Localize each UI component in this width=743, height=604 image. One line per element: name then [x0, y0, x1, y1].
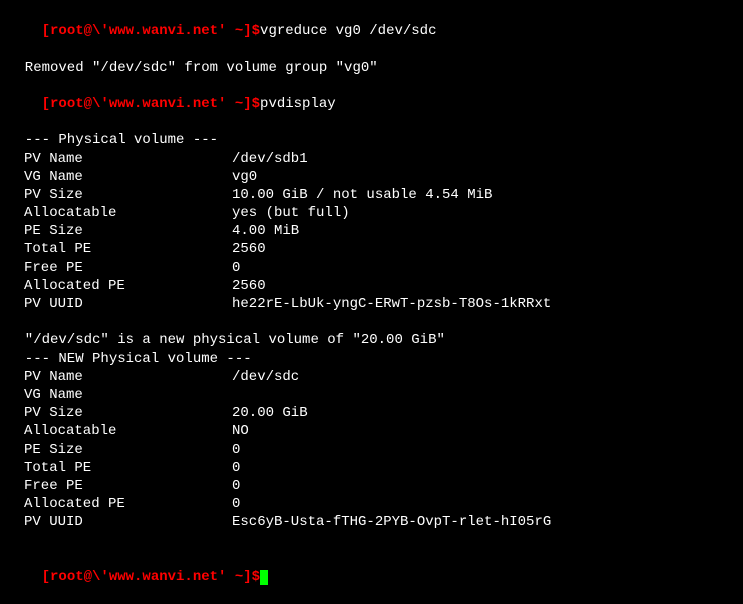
- prompt-user-host: [root@\'www.wanvi.net' ~]$: [42, 569, 260, 585]
- field-label: Allocatable: [8, 204, 232, 222]
- pv1-pv-name: PV Name /dev/sdb1: [8, 150, 735, 168]
- new-pv-notice: "/dev/sdc" is a new physical volume of "…: [8, 331, 735, 349]
- field-label: PV Name: [8, 150, 232, 168]
- pv2-header: --- NEW Physical volume ---: [8, 350, 735, 368]
- pv1-total-pe: Total PE 2560: [8, 240, 735, 258]
- pv2-pv-name: PV Name /dev/sdc: [8, 368, 735, 386]
- field-value: 0: [232, 459, 735, 477]
- field-value: 2560: [232, 277, 735, 295]
- pv2-allocatable: Allocatable NO: [8, 422, 735, 440]
- field-value: yes (but full): [232, 204, 735, 222]
- field-label: PE Size: [8, 222, 232, 240]
- field-value: vg0: [232, 168, 735, 186]
- field-label: Free PE: [8, 259, 232, 277]
- pv2-allocated-pe: Allocated PE 0: [8, 495, 735, 513]
- field-label: Total PE: [8, 240, 232, 258]
- blank-line: [8, 531, 735, 549]
- terminal[interactable]: [root@\'www.wanvi.net' ~]$vgreduce vg0 /…: [8, 4, 735, 604]
- field-value: NO: [232, 422, 735, 440]
- field-label: Allocatable: [8, 422, 232, 440]
- prompt-user-host: [root@\'www.wanvi.net' ~]$: [42, 23, 260, 39]
- field-value: /dev/sdc: [232, 368, 735, 386]
- pv2-pv-size: PV Size 20.00 GiB: [8, 404, 735, 422]
- pv1-vg-name: VG Name vg0: [8, 168, 735, 186]
- blank-line: [8, 313, 735, 331]
- field-label: Allocated PE: [8, 495, 232, 513]
- command-text: vgreduce vg0 /dev/sdc: [260, 23, 436, 39]
- field-label: PV UUID: [8, 295, 232, 313]
- field-value: he22rE-LbUk-yngC-ERwT-pzsb-T8Os-1kRRxt: [232, 295, 735, 313]
- command-line-3[interactable]: [root@\'www.wanvi.net' ~]$: [8, 550, 735, 604]
- field-value: [232, 386, 735, 404]
- pv1-allocated-pe: Allocated PE 2560: [8, 277, 735, 295]
- prompt-user-host: [root@\'www.wanvi.net' ~]$: [42, 96, 260, 112]
- field-value: 0: [232, 477, 735, 495]
- command-line-1: [root@\'www.wanvi.net' ~]$vgreduce vg0 /…: [8, 4, 735, 59]
- pv1-free-pe: Free PE 0: [8, 259, 735, 277]
- pv2-pe-size: PE Size 0: [8, 441, 735, 459]
- output-removed: Removed "/dev/sdc" from volume group "vg…: [8, 59, 735, 77]
- pv2-total-pe: Total PE 0: [8, 459, 735, 477]
- cursor-block: [260, 570, 268, 585]
- field-label: VG Name: [8, 386, 232, 404]
- pv1-allocatable: Allocatable yes (but full): [8, 204, 735, 222]
- field-value: 2560: [232, 240, 735, 258]
- field-label: PV Size: [8, 404, 232, 422]
- field-value: 10.00 GiB / not usable 4.54 MiB: [232, 186, 735, 204]
- field-value: 4.00 MiB: [232, 222, 735, 240]
- command-text: pvdisplay: [260, 96, 336, 112]
- field-value: 20.00 GiB: [232, 404, 735, 422]
- field-value: 0: [232, 441, 735, 459]
- pv1-pv-size: PV Size 10.00 GiB / not usable 4.54 MiB: [8, 186, 735, 204]
- field-label: Allocated PE: [8, 277, 232, 295]
- pv1-header: --- Physical volume ---: [8, 131, 735, 149]
- field-label: VG Name: [8, 168, 232, 186]
- field-label: PV Name: [8, 368, 232, 386]
- pv2-vg-name: VG Name: [8, 386, 735, 404]
- pv1-pe-size: PE Size 4.00 MiB: [8, 222, 735, 240]
- field-value: 0: [232, 259, 735, 277]
- command-line-2: [root@\'www.wanvi.net' ~]$pvdisplay: [8, 77, 735, 132]
- pv1-pv-uuid: PV UUID he22rE-LbUk-yngC-ERwT-pzsb-T8Os-…: [8, 295, 735, 313]
- field-label: PV Size: [8, 186, 232, 204]
- field-value: /dev/sdb1: [232, 150, 735, 168]
- field-value: 0: [232, 495, 735, 513]
- field-label: Total PE: [8, 459, 232, 477]
- field-label: PE Size: [8, 441, 232, 459]
- pv2-free-pe: Free PE 0: [8, 477, 735, 495]
- field-label: Free PE: [8, 477, 232, 495]
